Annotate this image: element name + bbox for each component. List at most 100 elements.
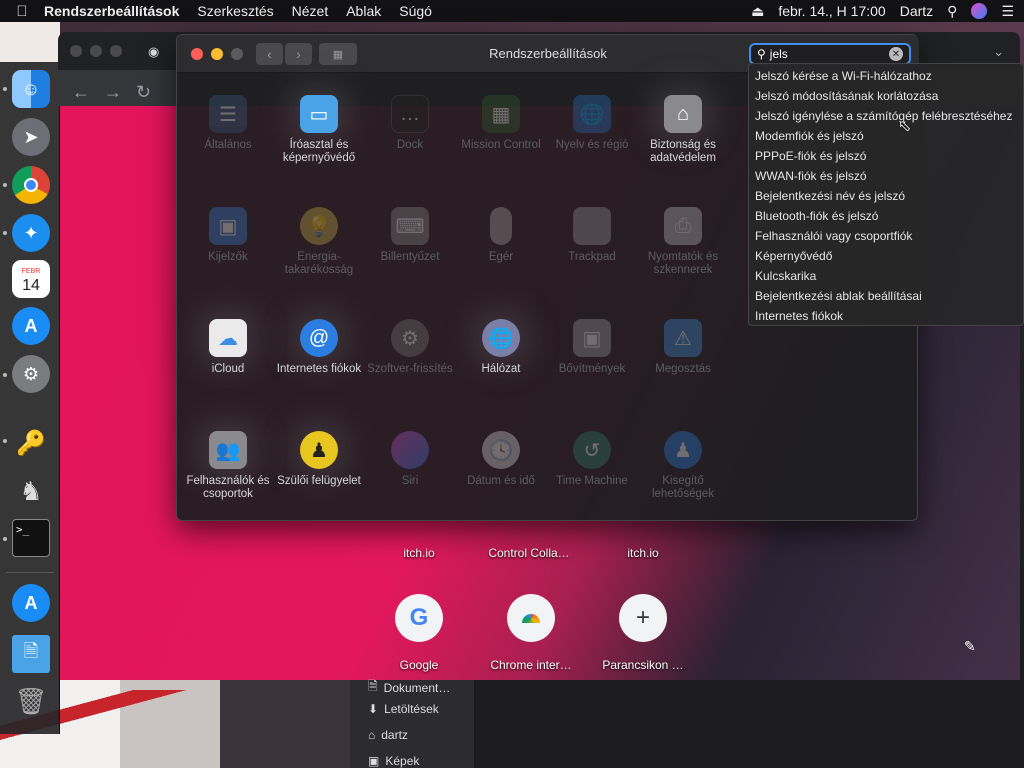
shortcut-label[interactable]: itch.io xyxy=(588,546,698,560)
add-shortcut-button[interactable]: + xyxy=(588,594,698,642)
keychain-icon[interactable]: 🔑 xyxy=(12,424,50,462)
menu-edit[interactable]: Szerkesztés xyxy=(197,3,273,19)
search-field[interactable]: ⚲ jels ✕ xyxy=(749,43,911,65)
search-result-item[interactable]: Képernyővédő xyxy=(749,246,1023,266)
menubar-user[interactable]: Dartz xyxy=(900,3,933,19)
pane-software-update[interactable]: ⚙ Szoftver-frissítés xyxy=(365,319,455,376)
pane-energy-saver[interactable]: 💡 Energia-takarékosság xyxy=(274,207,364,277)
pane-general[interactable]: ☰ Általános xyxy=(183,95,273,152)
clear-search-icon[interactable]: ✕ xyxy=(889,47,903,61)
system-preferences-icon[interactable]: ⚙ xyxy=(12,355,50,393)
chrome-tab-favicon[interactable]: ◉ xyxy=(148,44,159,60)
shortcut-label[interactable]: itch.io xyxy=(364,546,474,560)
pane-internet-accounts[interactable]: @ Internetes fiókok xyxy=(274,319,364,376)
search-result-item[interactable]: PPPoE-fiók és jelszó xyxy=(749,146,1023,166)
applications-folder-icon[interactable]: A xyxy=(12,584,50,622)
sidebar-item-documents[interactable]: 🗎 Dokument… xyxy=(368,677,450,698)
pane-printers-scanners[interactable]: ⎙ Nyomtatók és szkennerek xyxy=(638,207,728,277)
shortcut-chrome-internal[interactable] xyxy=(476,594,586,642)
safari-icon[interactable]: ✦ xyxy=(12,214,50,252)
menu-window[interactable]: Ablak xyxy=(346,3,381,19)
search-result-item[interactable]: Bluetooth-fiók és jelszó xyxy=(749,206,1023,226)
pane-displays[interactable]: ▣ Kijelzők xyxy=(183,207,273,264)
customize-pencil-icon[interactable]: ✎ xyxy=(964,638,976,655)
pane-label: Íróasztal és képernyővédő xyxy=(282,139,356,164)
search-input[interactable]: jels xyxy=(770,47,889,61)
trash-icon[interactable]: 🗑 xyxy=(12,682,50,720)
apple-menu-icon[interactable]:  xyxy=(0,3,44,20)
pane-label: Kijelzők xyxy=(208,251,248,263)
lightbulb-icon: 💡 xyxy=(300,207,338,245)
search-result-item[interactable]: WWAN-fiók és jelszó xyxy=(749,166,1023,186)
mouse-icon xyxy=(490,207,512,245)
search-result-item[interactable]: Jelszó módosításának korlátozása xyxy=(749,86,1023,106)
search-result-item[interactable]: Bejelentkezési név és jelszó xyxy=(749,186,1023,206)
chrome-zoom-button[interactable] xyxy=(110,45,122,57)
search-result-item[interactable]: Bejelentkezési ablak beállításai xyxy=(749,286,1023,306)
globe-icon: 🌐 xyxy=(482,319,520,357)
app-store-icon[interactable]: A xyxy=(12,307,50,345)
finder-icon[interactable]: ☺ xyxy=(12,70,50,108)
pane-siri[interactable]: Siri xyxy=(365,431,455,488)
shortcut-label[interactable]: Control Colla… xyxy=(474,546,584,560)
search-result-item[interactable]: Jelszó igénylése a számítógép felébreszt… xyxy=(749,106,1023,126)
pane-desktop-screensaver[interactable]: ▭ Íróasztal és képernyővédő xyxy=(274,95,364,165)
chrome-minimize-button[interactable] xyxy=(90,45,102,57)
dock: ☺ ➤ ✦ FEBR 14 A ⚙ 🔑 ♞ >_ A 🗎 🗑 xyxy=(0,62,60,734)
app-menu[interactable]: Rendszerbeállítások xyxy=(44,3,179,19)
keyboard-icon: ⌨ xyxy=(391,207,429,245)
sidebar-item-pictures[interactable]: ▣ Képek xyxy=(368,754,419,768)
pane-mouse[interactable]: Egér xyxy=(456,207,546,264)
search-result-item[interactable]: Jelszó kérése a Wi-Fi-hálózathoz xyxy=(749,66,1023,86)
forward-arrow-icon[interactable]: → xyxy=(104,82,122,103)
pane-keyboard[interactable]: ⌨ Billentyűzet xyxy=(365,207,455,264)
sidebar-item-home[interactable]: ⌂ dartz xyxy=(368,728,408,742)
search-result-item[interactable]: Kulcskarika xyxy=(749,266,1023,286)
shortcut-label[interactable]: Chrome inter… xyxy=(476,658,586,672)
chess-icon[interactable]: ♞ xyxy=(12,472,50,510)
pane-icloud[interactable]: ☁ iCloud xyxy=(183,319,273,376)
pane-language-region[interactable]: 🌐 Nyelv és régió xyxy=(547,95,637,152)
back-arrow-icon[interactable]: ← xyxy=(72,82,90,103)
launchpad-icon[interactable]: ➤ xyxy=(12,118,50,156)
pane-sharing[interactable]: ⚠ Megosztás xyxy=(638,319,728,376)
pane-trackpad[interactable]: Trackpad xyxy=(547,207,637,264)
search-result-item[interactable]: Internetes fiókok xyxy=(749,306,1023,326)
search-result-item[interactable]: Modemfiók és jelszó xyxy=(749,126,1023,146)
pane-date-time[interactable]: 🕓 Dátum és idő xyxy=(456,431,546,488)
pane-network[interactable]: 🌐 Hálózat xyxy=(456,319,546,376)
reload-icon[interactable]: ↻ xyxy=(136,82,151,103)
shortcut-label[interactable]: Parancsikon … xyxy=(588,658,698,672)
chrome-icon[interactable] xyxy=(12,166,50,204)
dock-running-indicator xyxy=(3,183,7,187)
chrome-tab-list-chevron-icon[interactable]: ⌄ xyxy=(993,44,1004,60)
pane-security-privacy[interactable]: ⌂ Biztonság és adatvédelem xyxy=(638,95,728,165)
menubar-clock[interactable]: febr. 14., H 17:00 xyxy=(778,3,885,19)
house-lock-icon: ⌂ xyxy=(664,95,702,133)
time-machine-icon: ↺ xyxy=(573,431,611,469)
pane-accessibility[interactable]: ♟ Kisegítő lehetőségek xyxy=(638,431,728,501)
downloads-folder-icon[interactable]: 🗎 xyxy=(12,635,50,673)
eject-icon[interactable]: ⏏ xyxy=(751,3,764,20)
users-icon: 👥 xyxy=(209,431,247,469)
menu-help[interactable]: Súgó xyxy=(399,3,432,19)
pane-time-machine[interactable]: ↺ Time Machine xyxy=(547,431,637,488)
shortcut-label[interactable]: Google xyxy=(364,658,474,672)
notification-center-icon[interactable]: ☰ xyxy=(1001,3,1014,20)
shortcut-google[interactable]: G xyxy=(364,594,474,642)
sidebar-item-downloads[interactable]: ⬇ Letöltések xyxy=(368,702,439,716)
calendar-icon[interactable]: FEBR 14 xyxy=(12,260,50,298)
terminal-icon[interactable]: >_ xyxy=(12,519,50,557)
search-result-item[interactable]: Felhasználói vagy csoportfiók xyxy=(749,226,1023,246)
spotlight-search-icon[interactable]: ⚲ xyxy=(947,3,957,20)
pane-mission-control[interactable]: ▦ Mission Control xyxy=(456,95,546,152)
puzzle-icon: ▣ xyxy=(573,319,611,357)
siri-icon[interactable] xyxy=(971,3,988,19)
pane-extensions[interactable]: ▣ Bővítmények xyxy=(547,319,637,376)
pane-dock[interactable]: … Dock xyxy=(365,95,455,152)
menu-view[interactable]: Nézet xyxy=(292,3,329,19)
pane-label: Dátum és idő xyxy=(467,475,535,487)
pane-parental-controls[interactable]: ♟ Szülői felügyelet xyxy=(274,431,364,488)
pane-users-groups[interactable]: 👥 Felhasználók és csoportok xyxy=(183,431,273,501)
chrome-close-button[interactable] xyxy=(70,45,82,57)
